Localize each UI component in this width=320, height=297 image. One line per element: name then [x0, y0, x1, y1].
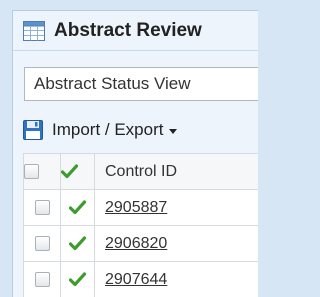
panel-title: Abstract Review [54, 19, 202, 41]
import-export-label: Import / Export [52, 120, 164, 139]
table-row: 2907644 [23, 261, 258, 297]
control-id-link[interactable]: 2907644 [95, 271, 167, 288]
check-icon [68, 236, 87, 250]
row-checkbox[interactable] [34, 235, 50, 251]
panel-header: Abstract Review [13, 11, 258, 51]
table-row: 2905887 [23, 189, 258, 226]
select-all-checkbox[interactable] [24, 163, 39, 179]
control-id-link[interactable]: 2905887 [95, 199, 167, 216]
select-all-header[interactable] [23, 153, 61, 190]
status-header [60, 153, 95, 190]
view-select[interactable]: Abstract Status View [24, 67, 258, 101]
check-icon [68, 200, 87, 214]
floppy-disk-icon [23, 120, 43, 140]
table-header-row: Control ID [23, 153, 258, 190]
caret-down-icon [169, 128, 178, 134]
abstract-table: Control ID 2905887 2906820 2907644 [23, 153, 258, 297]
check-icon [68, 272, 87, 286]
check-icon [60, 164, 79, 178]
row-checkbox[interactable] [34, 199, 50, 215]
control-id-header[interactable]: Control ID [94, 153, 258, 190]
abstract-review-panel: Abstract Review Abstract Status View Imp… [12, 10, 258, 297]
row-checkbox[interactable] [34, 271, 50, 287]
table-row: 2906820 [23, 225, 258, 262]
table-icon [23, 20, 45, 41]
import-export-button[interactable]: Import / Export [23, 115, 178, 145]
control-id-link[interactable]: 2906820 [95, 235, 167, 252]
